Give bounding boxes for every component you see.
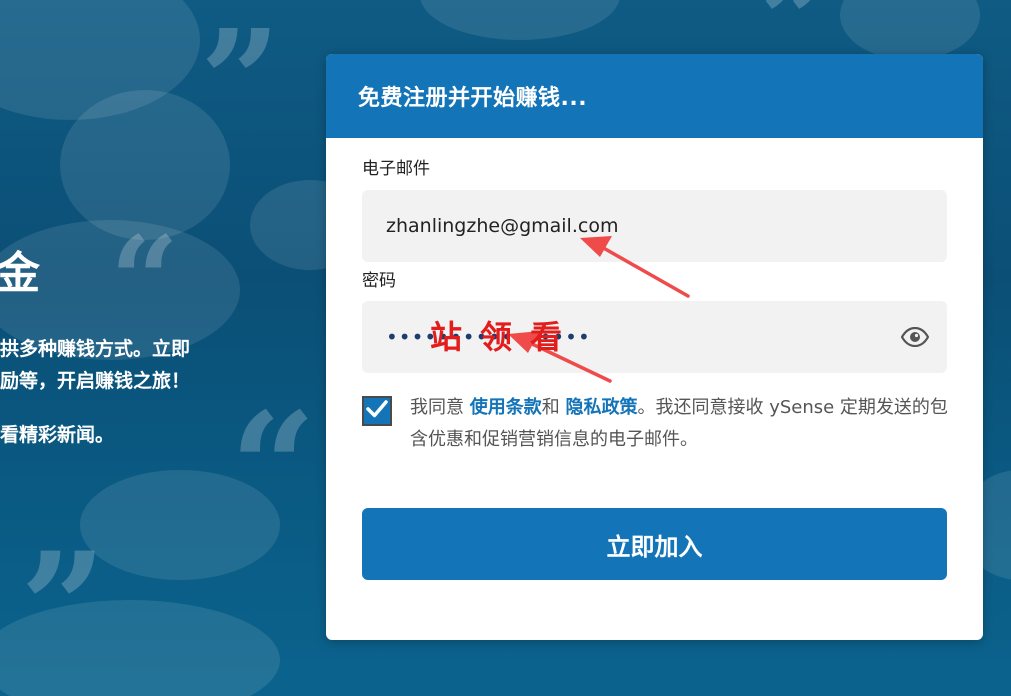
email-field[interactable]: zhanlingzhe@gmail.com	[362, 190, 947, 262]
consent-text: 我同意 使用条款和 隐私政策。我还同意接收 ySense 定期发送的包含优惠和促…	[410, 392, 950, 456]
consent-and: 和	[541, 397, 566, 418]
hero-heading-fragment: 金	[0, 248, 40, 299]
privacy-link[interactable]: 隐私政策	[565, 397, 637, 418]
consent-prefix: 我同意	[410, 397, 470, 418]
eye-icon[interactable]	[900, 326, 930, 348]
signup-card-header: 免费注册并开始赚钱...	[326, 54, 983, 138]
checkmark-icon	[366, 399, 388, 423]
password-field[interactable]: ••••••••••••••••	[362, 301, 947, 373]
terms-link[interactable]: 使用条款	[470, 397, 542, 418]
hero-text-line-1: 拱多种赚钱方式。立即	[0, 338, 191, 360]
hero-text-line-2: 励等，开启赚钱之旅！	[0, 370, 191, 392]
join-now-button[interactable]: 立即加入	[362, 508, 947, 580]
password-value: ••••••••••••••••	[386, 325, 591, 349]
consent-checkbox[interactable]	[362, 396, 392, 426]
password-label: 密码	[362, 271, 396, 291]
signup-card: 免费注册并开始赚钱... 电子邮件 zhanlingzhe@gmail.com …	[326, 54, 983, 640]
email-label: 电子邮件	[362, 159, 430, 179]
hero-text-line-3: 看精彩新闻。	[0, 424, 115, 446]
signup-card-title: 免费注册并开始赚钱...	[358, 86, 588, 111]
email-value: zhanlingzhe@gmail.com	[386, 215, 619, 237]
